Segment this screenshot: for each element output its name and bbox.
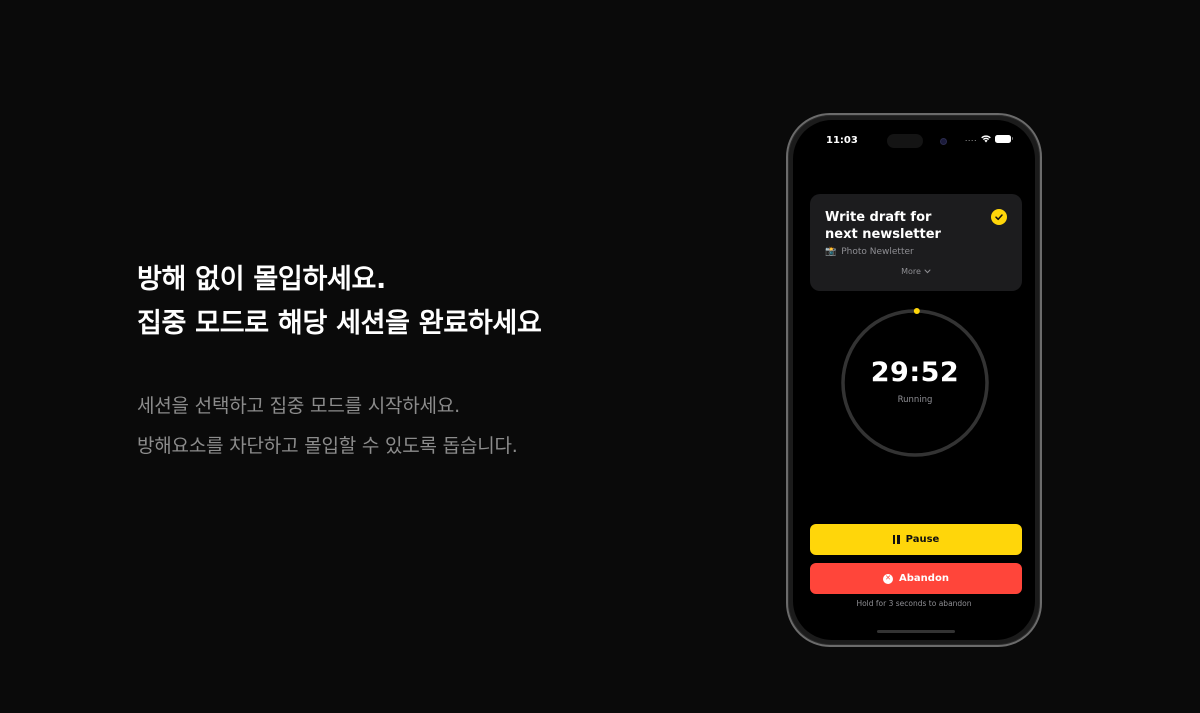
- checkmark-icon: [995, 214, 1003, 221]
- description-line-1: 세션을 선택하고 집중 모드를 시작하세요.: [137, 395, 460, 417]
- timer-display: 29:52: [870, 357, 960, 388]
- abandon-button[interactable]: ✕ Abandon: [810, 563, 1022, 594]
- dynamic-island: [887, 134, 923, 148]
- status-indicators: ....: [964, 134, 1013, 143]
- pause-icon: [892, 535, 900, 544]
- project-name: Photo Newletter: [841, 247, 914, 257]
- wifi-icon: [981, 135, 991, 143]
- headline-line-2: 집중 모드로 해당 세션을 완료하세요: [137, 308, 542, 339]
- home-indicator: [877, 630, 955, 633]
- more-button[interactable]: More: [810, 267, 1022, 276]
- description-line-2: 방해요소를 차단하고 몰입할 수 있도록 돕습니다.: [137, 435, 518, 457]
- hero-headline: 방해 없이 몰입하세요. 집중 모드로 해당 세션을 완료하세요: [137, 258, 657, 346]
- battery-icon: [995, 134, 1013, 143]
- hero-description: 세션을 선택하고 집중 모드를 시작하세요. 방해요소를 차단하고 몰입할 수 …: [137, 386, 657, 466]
- task-title-line-2: next newsletter: [825, 227, 941, 242]
- timer-progress-indicator: [913, 308, 920, 315]
- phone-mockup: 11:03 .... Write draft for next newslett…: [786, 113, 1042, 647]
- hero-section: 방해 없이 몰입하세요. 집중 모드로 해당 세션을 완료하세요 세션을 선택하…: [137, 258, 657, 466]
- chevron-down-icon: [924, 269, 931, 274]
- task-card[interactable]: Write draft for next newsletter 📸 Photo …: [810, 194, 1022, 291]
- timer-status: Running: [897, 395, 933, 405]
- abandon-label: Abandon: [899, 573, 949, 584]
- headline-line-1: 방해 없이 몰입하세요.: [137, 264, 387, 295]
- phone-screen: 11:03 .... Write draft for next newslett…: [793, 120, 1035, 640]
- camera-icon: [940, 138, 947, 145]
- check-circle-icon[interactable]: [991, 209, 1007, 225]
- task-title: Write draft for next newsletter: [825, 209, 985, 243]
- hold-hint: Hold for 3 seconds to abandon: [856, 599, 972, 608]
- signal-icon: ....: [964, 134, 977, 143]
- pause-button[interactable]: Pause: [810, 524, 1022, 555]
- task-project: 📸 Photo Newletter: [825, 247, 914, 257]
- close-circle-icon: ✕: [883, 573, 894, 584]
- status-time: 11:03: [826, 135, 858, 146]
- more-label: More: [901, 267, 921, 276]
- task-title-line-1: Write draft for: [825, 210, 932, 225]
- camera-emoji-icon: 📸: [825, 247, 837, 257]
- timer-ring: 29:52 Running: [840, 308, 990, 458]
- pause-label: Pause: [905, 534, 940, 545]
